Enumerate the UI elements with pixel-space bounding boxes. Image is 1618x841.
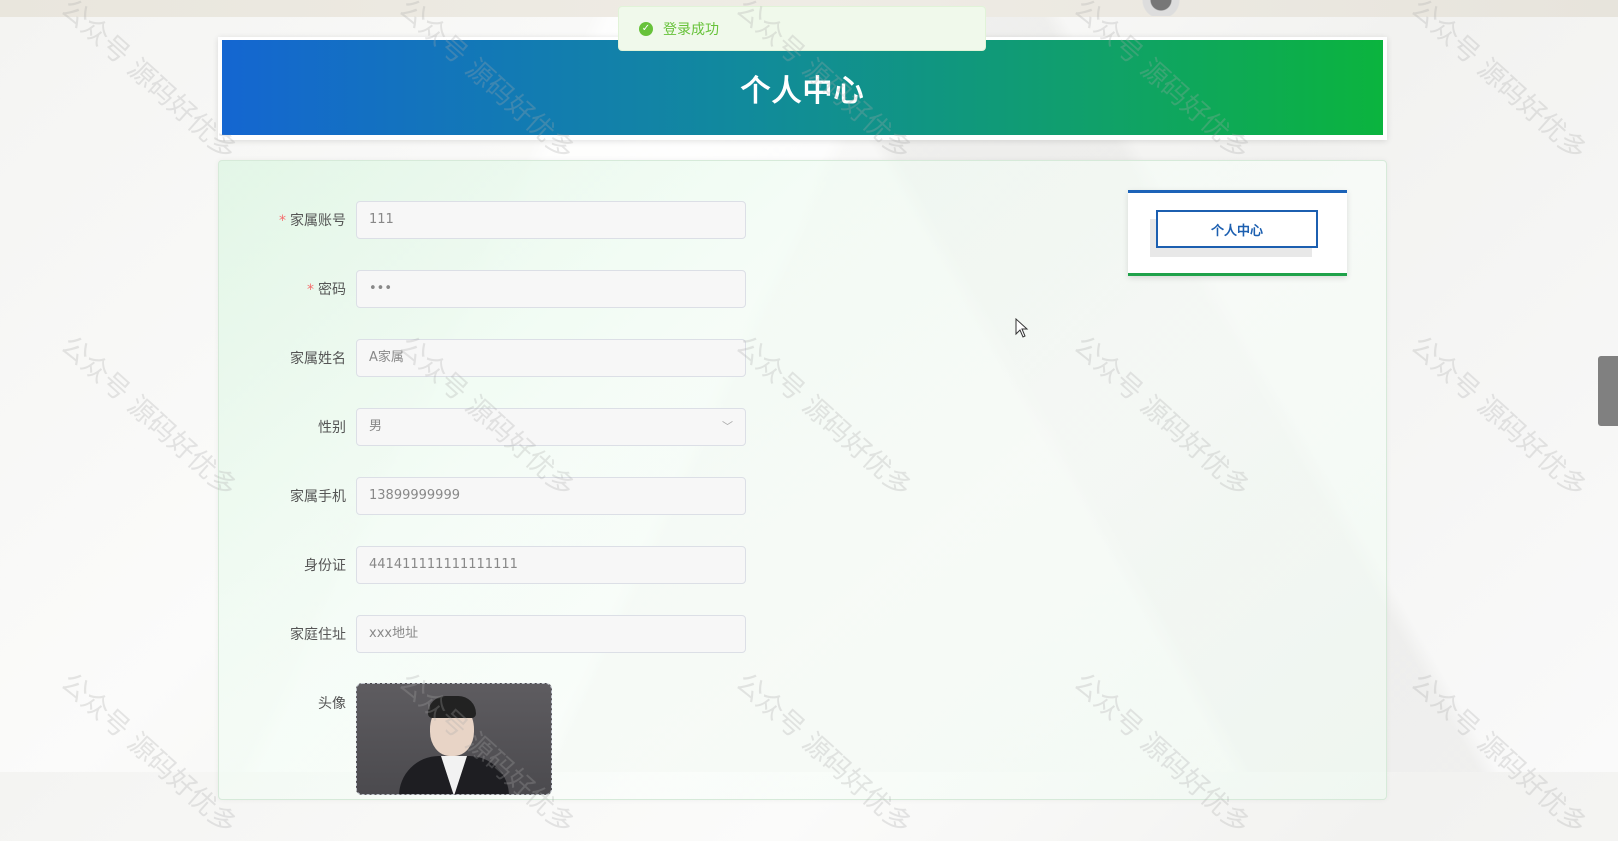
form-row-address: 家庭住址 xxx地址 bbox=[219, 614, 746, 654]
address-input[interactable]: xxx地址 bbox=[356, 615, 746, 653]
required-mark: * bbox=[307, 282, 314, 298]
avatar-upload[interactable] bbox=[356, 683, 552, 795]
name-value: A家属 bbox=[369, 350, 404, 365]
page-banner: 个人中心 bbox=[218, 37, 1387, 140]
account-input[interactable]: 111 bbox=[356, 201, 746, 239]
form-row-password: * 密码 ••• bbox=[219, 269, 746, 309]
phone-input[interactable]: 13899999999 bbox=[356, 477, 746, 515]
decorative-image bbox=[1130, 0, 1192, 16]
account-label: * 家属账号 bbox=[219, 210, 356, 230]
page-title: 个人中心 bbox=[740, 73, 865, 109]
account-value: 111 bbox=[369, 212, 394, 227]
form-row-account: * 家属账号 111 bbox=[219, 200, 746, 240]
gender-value: 男 bbox=[369, 419, 383, 434]
check-circle-icon: ✓ bbox=[639, 21, 653, 36]
password-input[interactable]: ••• bbox=[356, 270, 746, 308]
phone-value: 13899999999 bbox=[369, 488, 460, 503]
avatar-label: 头像 bbox=[318, 696, 346, 712]
gender-label: 性别 bbox=[318, 420, 346, 436]
gender-select[interactable]: 男 ﹀ bbox=[356, 408, 746, 446]
name-label: 家属姓名 bbox=[290, 351, 346, 367]
form-row-phone: 家属手机 13899999999 bbox=[219, 476, 746, 516]
form-row-avatar: 头像 bbox=[219, 683, 552, 803]
success-toast: ✓ 登录成功 bbox=[618, 6, 986, 51]
account-label-text: 家属账号 bbox=[290, 213, 346, 229]
avatar-photo-hair bbox=[428, 696, 476, 718]
password-label-text: 密码 bbox=[318, 282, 346, 298]
required-mark: * bbox=[279, 213, 286, 229]
side-menu-item-profile[interactable]: 个人中心 bbox=[1156, 210, 1318, 248]
form-row-id-card: 身份证 441411111111111111 bbox=[219, 545, 746, 585]
phone-label: 家属手机 bbox=[290, 489, 346, 505]
id-card-input[interactable]: 441411111111111111 bbox=[356, 546, 746, 584]
id-card-label: 身份证 bbox=[304, 558, 346, 574]
address-value: xxx地址 bbox=[369, 626, 419, 641]
address-label: 家庭住址 bbox=[290, 627, 346, 643]
password-label: * 密码 bbox=[219, 279, 356, 299]
side-menu: 个人中心 bbox=[1128, 190, 1347, 276]
banner-gradient: 个人中心 bbox=[222, 40, 1383, 135]
password-value: ••• bbox=[369, 281, 393, 296]
form-row-gender: 性别 男 ﹀ bbox=[219, 407, 746, 447]
scrollbar-thumb[interactable] bbox=[1598, 356, 1618, 426]
chevron-down-icon: ﹀ bbox=[722, 420, 733, 433]
mouse-cursor-icon bbox=[1015, 318, 1029, 338]
form-row-name: 家属姓名 A家属 bbox=[219, 338, 746, 378]
name-input[interactable]: A家属 bbox=[356, 339, 746, 377]
id-card-value: 441411111111111111 bbox=[369, 557, 518, 572]
toast-message: 登录成功 bbox=[663, 21, 719, 38]
